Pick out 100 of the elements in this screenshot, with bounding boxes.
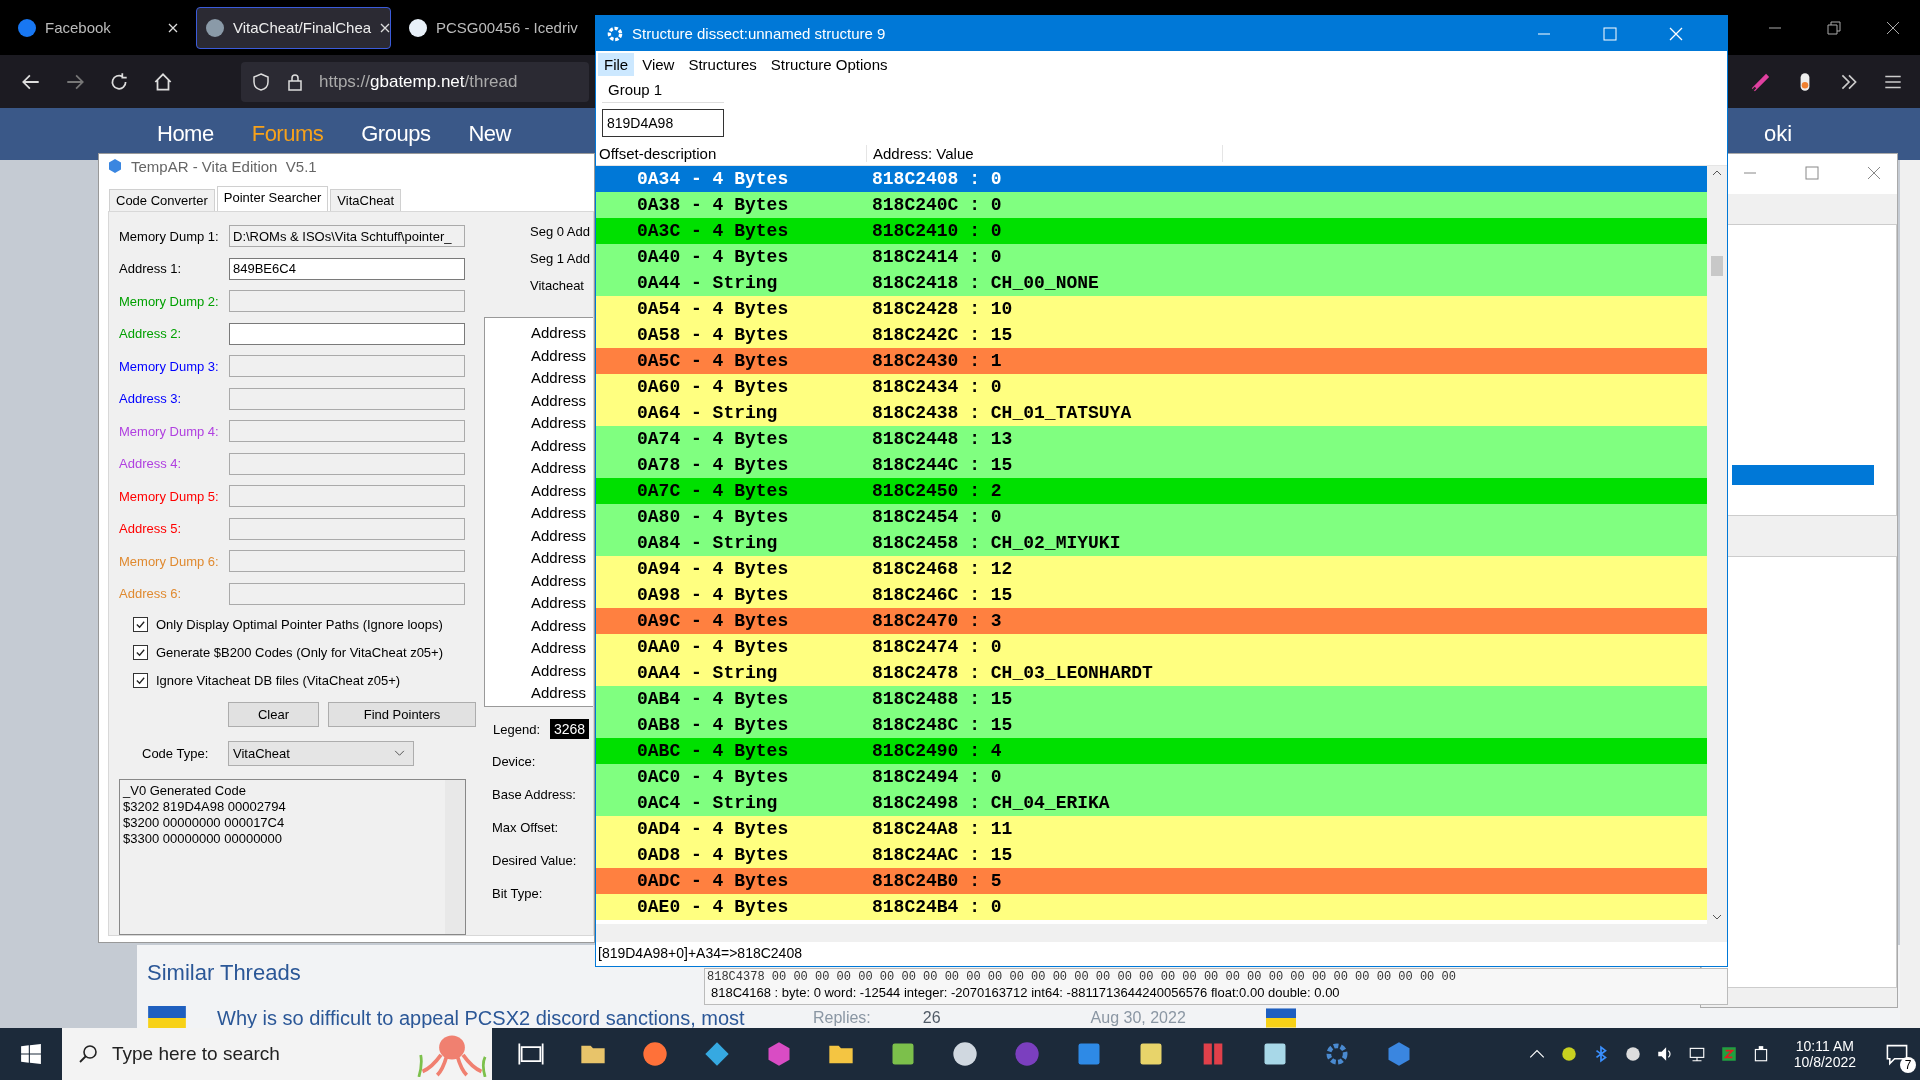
structure-row[interactable]: 0AA0 - 4 Bytes 818C2474 : 0 (596, 634, 1707, 660)
structure-row[interactable]: 0AD4 - 4 Bytes 818C24A8 : 11 (596, 816, 1707, 842)
address-field[interactable]: 819D4A98 (602, 109, 724, 137)
tree-item[interactable]: Address (531, 369, 593, 392)
close-icon[interactable] (1886, 20, 1900, 35)
structure-row[interactable]: 0ABC - 4 Bytes 818C2490 : 4 (596, 738, 1707, 764)
checkbox[interactable] (133, 644, 148, 660)
tree-item[interactable]: Address (531, 414, 593, 437)
structure-row[interactable]: 0AB8 - 4 Bytes 818C248C : 15 (596, 712, 1707, 738)
scrollbar[interactable] (1707, 166, 1727, 924)
text-field[interactable]: 849BE6C4 (229, 257, 465, 280)
tree-item[interactable]: Address (531, 324, 593, 347)
structure-row[interactable]: 0A94 - 4 Bytes 818C2468 : 12 (596, 556, 1707, 582)
column-header[interactable]: Offset-description (596, 144, 867, 162)
tab[interactable]: Code Converter (109, 189, 215, 211)
scroll-thumb[interactable] (1711, 256, 1723, 276)
column-header[interactable]: Address: Value (867, 144, 1223, 162)
tree-item[interactable]: Address (531, 639, 593, 662)
structure-row[interactable]: 0A7C - 4 Bytes 818C2450 : 2 (596, 478, 1707, 504)
address-bar[interactable]: https://gbatemp.net/thread (241, 61, 589, 102)
tree-item[interactable]: Address (531, 526, 593, 549)
structure-row[interactable]: 0ADC - 4 Bytes 818C24B0 : 5 (596, 868, 1707, 894)
structure-row[interactable]: 0A3C - 4 Bytes 818C2410 : 0 (596, 218, 1707, 244)
network-icon[interactable] (1687, 1045, 1706, 1063)
structure-row[interactable]: 0AC4 - String 818C2498 : CH_04_ERIKA (596, 790, 1707, 816)
tab[interactable]: Pointer Searcher (216, 186, 329, 211)
structure-row[interactable]: 0AA4 - String 818C2478 : CH_03_LEONHARDT (596, 660, 1707, 686)
structure-row[interactable]: 0A38 - 4 Bytes 818C240C : 0 (596, 192, 1707, 218)
scrollbar[interactable] (596, 924, 1727, 942)
tree-item[interactable]: Address (531, 391, 593, 414)
tree-item[interactable]: Address (531, 504, 593, 527)
nav-link[interactable]: Home (157, 121, 214, 147)
checkbox[interactable] (133, 616, 148, 632)
structure-row[interactable]: 0AB4 - 4 Bytes 818C2488 : 15 (596, 686, 1707, 712)
text-field[interactable] (229, 420, 465, 443)
group-tab[interactable]: Group 1 (602, 77, 724, 103)
diamond-icon[interactable] (703, 1040, 731, 1068)
browser-tab[interactable]: VitaCheat/FinalChea (196, 6, 391, 49)
structure-row[interactable]: 0A98 - 4 Bytes 818C246C : 15 (596, 582, 1707, 608)
structure-row[interactable]: 0A58 - 4 Bytes 818C242C : 15 (596, 322, 1707, 348)
tree-item[interactable]: Address (531, 436, 593, 459)
scroll-up-icon[interactable] (1712, 170, 1722, 176)
tree-item[interactable]: Address (531, 661, 593, 684)
structure-row[interactable]: 0A74 - 4 Bytes 818C2448 : 13 (596, 426, 1707, 452)
structure-row[interactable]: 0A40 - 4 Bytes 818C2414 : 0 (596, 244, 1707, 270)
nav-link[interactable]: oki (1763, 121, 1793, 147)
tree-item[interactable]: Address (531, 594, 593, 617)
tray-app-icon[interactable] (1559, 1045, 1578, 1063)
code-type-dropdown[interactable]: VitaCheat (228, 741, 414, 766)
structure-row[interactable]: 0A64 - String 818C2438 : CH_01_TATSUYA (596, 400, 1707, 426)
code-output-area[interactable]: _V0 Generated Code $3202 819D4A98 00002794 $3200 00000000 000017C4 $3300 00000000 00000000 (119, 779, 466, 935)
scrollbar[interactable] (445, 780, 465, 934)
browser-tab[interactable]: Facebook (8, 6, 188, 49)
tree-item[interactable]: Address (531, 684, 593, 707)
text-field[interactable] (229, 550, 465, 573)
text-field[interactable] (229, 517, 465, 540)
scrollbar[interactable] (1900, 160, 1920, 1028)
structure-row[interactable]: 0A60 - 4 Bytes 818C2434 : 0 (596, 374, 1707, 400)
text-field[interactable]: D:\ROMs & ISOs\Vita Schtuff\pointer_ (229, 225, 465, 248)
structure-row[interactable]: 0A5C - 4 Bytes 818C2430 : 1 (596, 348, 1707, 374)
structure-row[interactable]: 0A84 - String 818C2458 : CH_02_MIYUKI (596, 530, 1707, 556)
tree-item[interactable]: Address (531, 616, 593, 639)
structure-row[interactable]: 0A78 - 4 Bytes 818C244C : 15 (596, 452, 1707, 478)
start-icon[interactable] (20, 1043, 42, 1065)
text-field[interactable] (229, 582, 465, 605)
nav-link[interactable]: Groups (361, 121, 431, 147)
structure-row[interactable]: 0AC0 - 4 Bytes 818C2494 : 0 (596, 764, 1707, 790)
browser-tab[interactable]: PCSG00456 - Icedriv (399, 6, 585, 49)
speaker-icon[interactable] (1655, 1045, 1674, 1063)
text-field[interactable] (229, 355, 465, 378)
structure-row[interactable]: 0A80 - 4 Bytes 818C2454 : 0 (596, 504, 1707, 530)
menu-item[interactable]: File (598, 52, 635, 76)
menu-item[interactable]: Structures (682, 52, 763, 76)
tree-item[interactable]: Address (531, 459, 593, 482)
structure-row[interactable]: 0A54 - 4 Bytes 818C2428 : 10 (596, 296, 1707, 322)
structure-row[interactable]: 0AD8 - 4 Bytes 818C24AC : 15 (596, 842, 1707, 868)
text-field[interactable] (229, 485, 465, 508)
text-field[interactable] (229, 452, 465, 475)
structure-row[interactable]: 0A34 - 4 Bytes 818C2408 : 0 (596, 166, 1707, 192)
tree-item[interactable]: Address (531, 481, 593, 504)
action-button[interactable]: Find Pointers (328, 702, 476, 727)
structure-row[interactable]: 0A9C - 4 Bytes 818C2470 : 3 (596, 608, 1707, 634)
structure-row[interactable]: 0A44 - String 818C2418 : CH_00_NONE (596, 270, 1707, 296)
tree-item[interactable]: Address (531, 549, 593, 572)
notification-button[interactable]: 7 (1880, 1037, 1914, 1071)
checkbox[interactable] (133, 672, 148, 688)
text-field[interactable] (229, 322, 465, 345)
restore-icon[interactable] (1827, 20, 1841, 35)
clock[interactable]: 10:11 AM 10/8/2022 (1793, 1038, 1856, 1070)
text-field[interactable] (229, 387, 465, 410)
search-field[interactable]: Type here to search (62, 1028, 492, 1080)
menu-item[interactable]: Structure Options (764, 52, 894, 76)
menu-item[interactable]: View (636, 52, 681, 76)
tree-item[interactable]: Address (531, 571, 593, 594)
thread-link[interactable]: Why is so difficult to appeal PCSX2 discord sanctions, most (217, 1006, 777, 1030)
action-button[interactable]: Clear (228, 702, 319, 727)
scroll-down-icon[interactable] (1712, 914, 1722, 920)
tab[interactable]: VitaCheat (330, 189, 402, 211)
nav-link[interactable]: New (468, 121, 511, 147)
structure-row[interactable]: 0AE0 - 4 Bytes 818C24B4 : 0 (596, 894, 1707, 920)
